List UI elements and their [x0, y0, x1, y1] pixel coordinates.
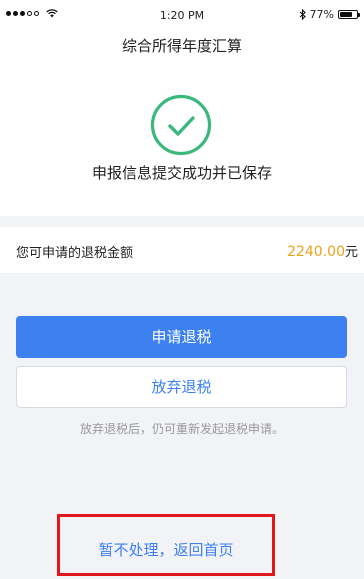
page-title: 综合所得年度汇算	[121, 37, 242, 55]
status-bar: 1:20 PM 77%	[0, 0, 364, 30]
refund-amount-row: 您可申请的退税金额 2240.00元	[0, 227, 364, 273]
abandon-hint: 放弃退税后，仍可重新发起退税申请。	[79, 422, 284, 436]
return-home-link[interactable]: 暂不处理，返回首页	[57, 539, 275, 560]
refund-value: 2240.00元	[287, 241, 358, 260]
refund-label: 您可申请的退税金额	[16, 246, 134, 261]
result-card: 综合所得年度汇算 申报信息提交成功并已保存	[0, 30, 364, 216]
apply-refund-button[interactable]: 申请退税	[16, 316, 347, 358]
bluetooth-icon	[299, 9, 306, 20]
refund-unit: 元	[344, 245, 358, 260]
refund-amount: 2240.00	[287, 244, 345, 260]
battery-icon	[338, 10, 360, 19]
check-circle-icon	[150, 94, 212, 156]
abandon-refund-button[interactable]: 放弃退税	[16, 366, 347, 408]
battery-percent: 77%	[309, 8, 334, 21]
success-message: 申报信息提交成功并已保存	[91, 164, 272, 182]
status-right: 77%	[299, 8, 360, 21]
